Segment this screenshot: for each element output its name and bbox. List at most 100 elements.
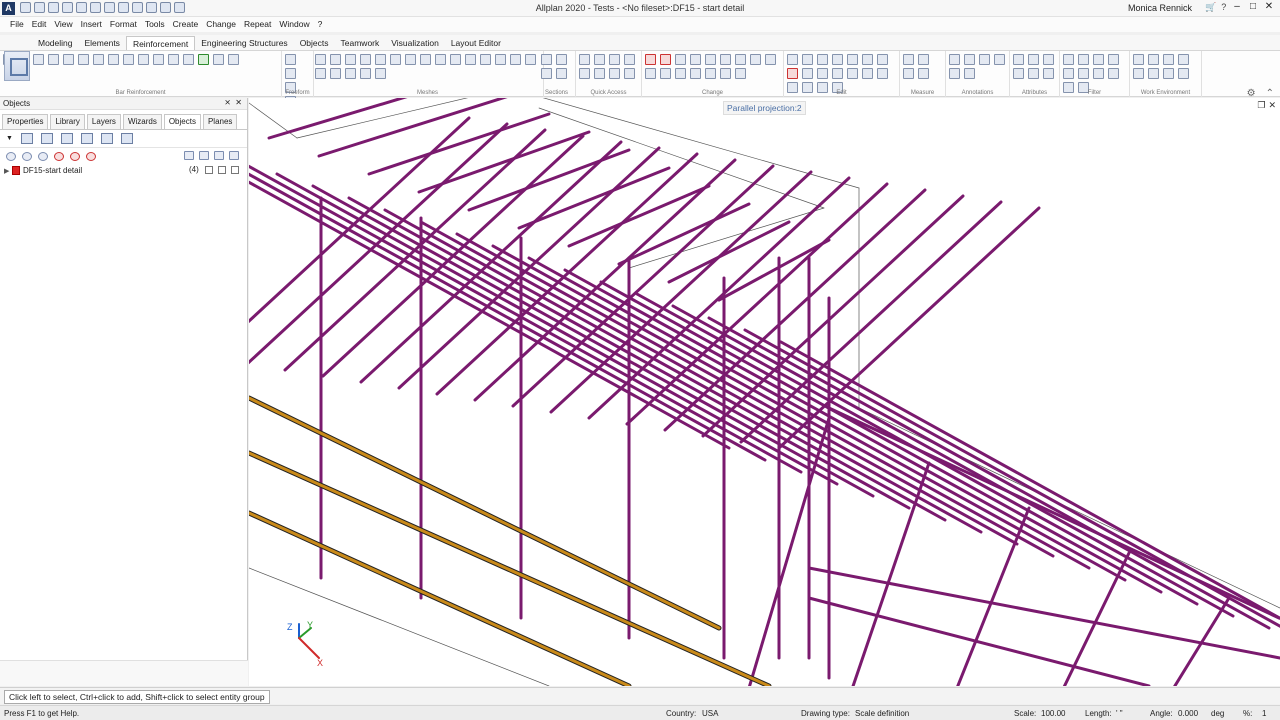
ribbon-tool-icon[interactable] bbox=[33, 54, 44, 65]
rebar-bar[interactable] bbox=[249, 162, 803, 474]
eye-icon[interactable] bbox=[214, 151, 224, 160]
ribbon-tool-icon[interactable] bbox=[1063, 68, 1074, 79]
angle-value[interactable]: 0.000 bbox=[1178, 709, 1198, 718]
activate-icon[interactable] bbox=[54, 151, 64, 161]
ribbon-tool-icon[interactable] bbox=[787, 54, 798, 65]
ribbon-tool-icon[interactable] bbox=[1043, 68, 1054, 79]
layer-view-icon[interactable] bbox=[60, 133, 73, 144]
ribbon-tool-icon[interactable] bbox=[153, 54, 164, 65]
select-all-icon[interactable] bbox=[6, 151, 16, 161]
palette-tab[interactable]: Properties bbox=[2, 114, 49, 129]
ribbon-tool-icon[interactable] bbox=[802, 54, 813, 65]
ribbon-tool-icon[interactable] bbox=[1178, 54, 1189, 65]
expand-icon[interactable]: ▶ bbox=[4, 167, 12, 175]
ribbon-tool-icon[interactable] bbox=[390, 54, 401, 65]
ribbon-tool-icon[interactable] bbox=[964, 54, 975, 65]
ribbon-tool-icon[interactable] bbox=[1043, 54, 1054, 65]
ribbon-tool-icon[interactable] bbox=[579, 68, 590, 79]
ribbon-tool-icon[interactable] bbox=[405, 54, 416, 65]
ribbon-tool-icon[interactable] bbox=[420, 54, 431, 65]
ribbon-tool-icon[interactable] bbox=[705, 54, 716, 65]
ribbon-tool-icon[interactable] bbox=[183, 54, 194, 65]
ribbon-tool-icon[interactable] bbox=[817, 54, 828, 65]
group-icon[interactable] bbox=[38, 151, 48, 161]
ribbon-tool-icon[interactable] bbox=[949, 54, 960, 65]
ribbon-tool-icon[interactable] bbox=[48, 54, 59, 65]
ribbon-tool-icon[interactable] bbox=[541, 68, 552, 79]
ribbon-tool-icon[interactable] bbox=[78, 54, 89, 65]
ribbon-tool-icon[interactable] bbox=[645, 54, 656, 65]
ribbon-tool-icon[interactable] bbox=[138, 54, 149, 65]
model-viewport[interactable]: Z Y X Parallel projection:2 ❐ ✕ bbox=[249, 98, 1280, 686]
ribbon-tool-icon[interactable] bbox=[360, 54, 371, 65]
view-type-label[interactable]: Parallel projection:2 bbox=[723, 101, 806, 115]
ribbon-tool-icon[interactable] bbox=[847, 68, 858, 79]
ribbon-tool-icon[interactable] bbox=[1163, 54, 1174, 65]
palette-tab[interactable]: Planes bbox=[202, 114, 238, 129]
wall-tool-icon[interactable] bbox=[4, 51, 30, 81]
rebar-bar[interactable] bbox=[249, 122, 509, 365]
ribbon-tab[interactable]: Modeling bbox=[32, 36, 79, 50]
ribbon-tool-icon[interactable] bbox=[964, 68, 975, 79]
ribbon-tool-icon[interactable] bbox=[579, 54, 590, 65]
menu-item[interactable]: View bbox=[50, 17, 76, 32]
percent-value[interactable]: 1 bbox=[1262, 709, 1266, 718]
restore-viewport-icon[interactable]: ❐ bbox=[1257, 100, 1265, 111]
table-view-icon[interactable] bbox=[80, 133, 93, 144]
rebar-bar[interactable] bbox=[517, 166, 671, 230]
menu-item[interactable]: Format bbox=[106, 17, 141, 32]
ribbon-tool-icon[interactable] bbox=[375, 54, 386, 65]
ribbon-tool-icon[interactable] bbox=[1013, 54, 1024, 65]
ribbon-tool-icon[interactable] bbox=[556, 54, 567, 65]
ribbon-tool-icon[interactable] bbox=[1093, 68, 1104, 79]
ribbon-tool-icon[interactable] bbox=[495, 54, 506, 65]
rebar-bar[interactable] bbox=[707, 316, 1271, 630]
ribbon-tool-icon[interactable] bbox=[949, 68, 960, 79]
ribbon-tool-icon[interactable] bbox=[63, 54, 74, 65]
menu-item[interactable]: Create bbox=[169, 17, 203, 32]
ribbon-tool-icon[interactable] bbox=[832, 54, 843, 65]
ribbon-tool-icon[interactable] bbox=[1148, 54, 1159, 65]
ribbon-tab[interactable]: Teamwork bbox=[335, 36, 386, 50]
close-window-icon[interactable]: ✕ bbox=[1262, 1, 1276, 12]
visibility-icon[interactable] bbox=[205, 166, 213, 174]
ribbon-tool-icon[interactable] bbox=[802, 68, 813, 79]
ribbon-tool-icon[interactable] bbox=[645, 68, 656, 79]
ribbon-tool-icon[interactable] bbox=[345, 68, 356, 79]
ribbon-tool-icon[interactable] bbox=[450, 54, 461, 65]
ribbon-tool-icon[interactable] bbox=[594, 54, 605, 65]
angle-unit[interactable]: deg bbox=[1211, 709, 1224, 718]
ribbon-tool-icon[interactable] bbox=[1133, 68, 1144, 79]
ribbon-tab[interactable]: Elements bbox=[79, 36, 126, 50]
palette-tab[interactable]: Objects bbox=[163, 114, 201, 129]
ribbon-tool-icon[interactable] bbox=[1108, 68, 1119, 79]
ribbon-tool-icon[interactable] bbox=[918, 68, 929, 79]
rebar-bar[interactable] bbox=[491, 244, 1055, 558]
ribbon-tool-icon[interactable] bbox=[375, 68, 386, 79]
ribbon-tool-icon[interactable] bbox=[877, 54, 888, 65]
rebar-bar[interactable] bbox=[275, 172, 839, 486]
ribbon-tool-icon[interactable] bbox=[832, 68, 843, 79]
checkbox-icon[interactable] bbox=[229, 151, 239, 160]
ribbon-tool-icon[interactable] bbox=[1028, 54, 1039, 65]
axis-x-line[interactable] bbox=[298, 637, 320, 659]
ribbon-tool-icon[interactable] bbox=[690, 54, 701, 65]
rebar-stirrup[interactable] bbox=[1049, 551, 1131, 686]
ribbon-tool-icon[interactable] bbox=[847, 54, 858, 65]
ribbon-tool-icon[interactable] bbox=[1078, 68, 1089, 79]
ribbon-tool-icon[interactable] bbox=[1028, 68, 1039, 79]
ribbon-tool-icon[interactable] bbox=[735, 54, 746, 65]
maximize-icon[interactable]: □ bbox=[1246, 1, 1260, 12]
ribbon-tool-icon[interactable] bbox=[360, 68, 371, 79]
palette-tab[interactable]: Layers bbox=[86, 114, 121, 129]
close-viewport-icon[interactable]: ✕ bbox=[1268, 100, 1276, 111]
ribbon-tool-icon[interactable] bbox=[1093, 54, 1104, 65]
concrete-edge[interactable] bbox=[538, 107, 825, 209]
cart-icon[interactable]: 🛒 bbox=[1205, 2, 1216, 13]
filter-view-icon[interactable] bbox=[100, 133, 113, 144]
help-icon[interactable]: ? bbox=[1221, 2, 1226, 13]
scale-value[interactable]: 100.00 bbox=[1041, 709, 1065, 718]
ribbon-tool-icon[interactable] bbox=[765, 54, 776, 65]
longitudinal-bar[interactable] bbox=[249, 451, 771, 686]
ribbon-tool-icon[interactable] bbox=[862, 54, 873, 65]
